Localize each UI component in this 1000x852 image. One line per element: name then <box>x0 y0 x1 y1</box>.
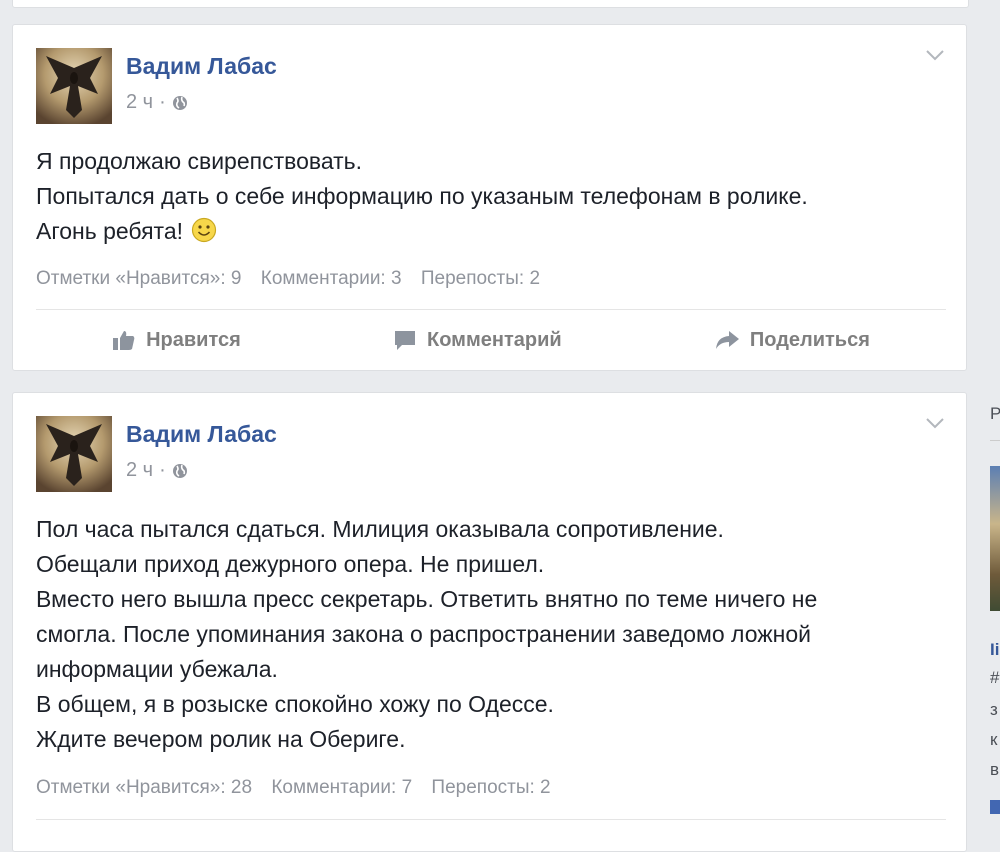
right-column-text: к <box>990 730 998 749</box>
post-line: Попытался дать о себе информацию по указ… <box>36 183 808 209</box>
chevron-down-icon[interactable] <box>924 47 946 63</box>
post-text: Я продолжаю свирепствовать. Попытался да… <box>36 144 946 249</box>
chevron-down-icon[interactable] <box>924 415 946 431</box>
post-line: В общем, я в розыске спокойно хожу по Од… <box>36 691 554 717</box>
comment-button[interactable]: Комментарий <box>393 329 562 352</box>
comments-count[interactable]: Комментарии: 3 <box>261 268 402 289</box>
shares-count[interactable]: Перепосты: 2 <box>431 777 550 798</box>
author-name[interactable]: Вадим Лабас <box>126 421 277 448</box>
globe-icon[interactable] <box>172 463 188 479</box>
post-card: Вадим Лабас 2 ч · Я продолжаю свирепство… <box>12 24 967 371</box>
right-column-title[interactable]: Ii <box>990 640 999 660</box>
post-meta: 2 ч · <box>126 459 188 482</box>
post-line: Агонь ребята! <box>36 218 183 244</box>
meta-dot: · <box>159 459 166 481</box>
post-text: Пол часа пытался сдаться. Милиция оказыв… <box>36 512 946 757</box>
comment-icon <box>394 331 415 350</box>
likes-count[interactable]: Отметки «Нравится»: 9 <box>36 268 241 289</box>
right-column-text: в <box>990 760 1000 779</box>
author-name[interactable]: Вадим Лабас <box>126 53 277 80</box>
divider <box>36 819 946 820</box>
right-column-icon[interactable] <box>990 800 1000 814</box>
post-line: Вместо него вышла пресс секретарь. Ответ… <box>36 586 818 612</box>
shares-count[interactable]: Перепосты: 2 <box>421 268 540 289</box>
post-line: информации убежала. <box>36 656 278 682</box>
likes-count[interactable]: Отметки «Нравится»: 28 <box>36 777 252 798</box>
right-column-divider <box>990 440 1000 441</box>
post-line: Пол часа пытался сдаться. Милиция оказыв… <box>36 516 724 542</box>
smiley-icon <box>192 217 217 243</box>
previous-post-card <box>12 0 969 8</box>
post-meta: 2 ч · <box>126 91 188 114</box>
post-line: Ждите вечером ролик на Обериге. <box>36 726 406 752</box>
like-icon <box>113 331 135 350</box>
post-line: Обещали приход дежурного опера. Не прише… <box>36 551 545 577</box>
right-column-text: # <box>990 668 1000 687</box>
post-line: Я продолжаю свирепствовать. <box>36 148 363 174</box>
right-column-heading: Р <box>990 404 1000 423</box>
share-label: Поделиться <box>749 328 870 351</box>
post-line: смогла. После упоминания закона о распро… <box>36 621 811 647</box>
globe-icon[interactable] <box>172 95 188 111</box>
share-button[interactable]: Поделиться <box>714 329 870 352</box>
post-time[interactable]: 2 ч <box>126 91 153 114</box>
divider <box>36 309 946 310</box>
share-icon <box>715 331 739 349</box>
post-counts: Отметки «Нравится»: 28 Комментарии: 7 Пе… <box>36 777 565 799</box>
right-column-image[interactable] <box>990 466 1000 611</box>
post-card: Вадим Лабас 2 ч · Пол часа пытался сдать… <box>12 392 967 852</box>
avatar[interactable] <box>36 48 112 124</box>
like-button[interactable]: Нравится <box>112 329 241 352</box>
comments-count[interactable]: Комментарии: 7 <box>271 777 412 798</box>
post-time[interactable]: 2 ч <box>126 459 153 482</box>
comment-label: Комментарий <box>426 328 562 351</box>
right-column-text: з <box>990 700 998 719</box>
meta-dot: · <box>159 91 166 113</box>
like-label: Нравится <box>146 328 241 351</box>
post-line-with-emoji: Агонь ребята! <box>36 214 946 249</box>
avatar[interactable] <box>36 416 112 492</box>
post-actions: Нравится Комментарий Поделиться <box>36 320 946 360</box>
post-counts: Отметки «Нравится»: 9 Комментарии: 3 Пер… <box>36 268 554 290</box>
